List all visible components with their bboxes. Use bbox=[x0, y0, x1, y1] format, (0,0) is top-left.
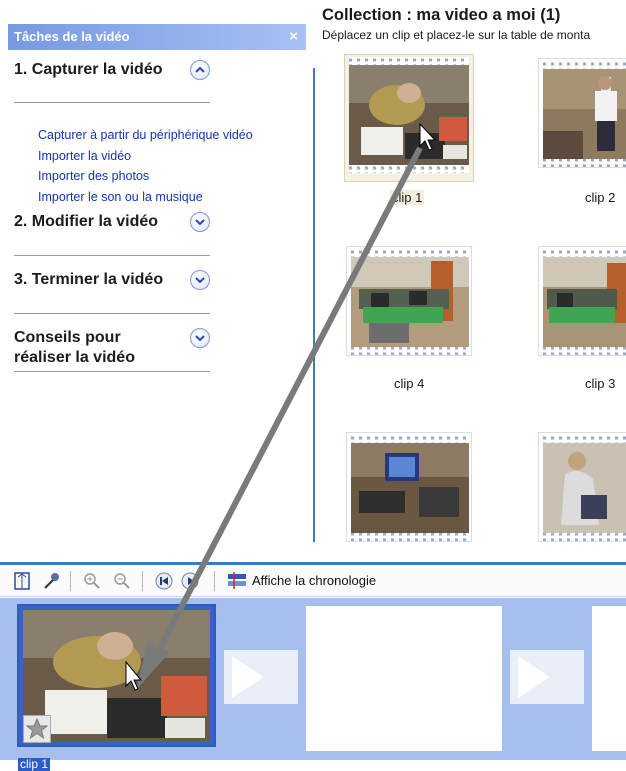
chevron-up-icon[interactable] bbox=[190, 60, 210, 80]
show-timeline-button[interactable]: Affiche la chronologie bbox=[252, 573, 376, 588]
clip-thumbnail[interactable] bbox=[346, 246, 472, 356]
storyboard-toolbar: Affiche la chronologie bbox=[0, 565, 626, 597]
clip-label: clip 4 bbox=[394, 376, 425, 391]
storyboard-clip-label: clip 1 bbox=[18, 757, 51, 771]
star-icon[interactable] bbox=[23, 715, 51, 743]
section-title: 1. Capturer la vidéo bbox=[14, 61, 163, 78]
section-title: 3. Terminer la vidéo bbox=[14, 271, 164, 288]
section-tips[interactable]: Conseils pour réaliser la vidéo bbox=[14, 328, 210, 372]
task-pane-title: Tâches de la vidéo bbox=[14, 29, 130, 44]
zoom-out-icon[interactable] bbox=[112, 571, 132, 591]
storyboard bbox=[0, 598, 626, 760]
chevron-down-icon[interactable] bbox=[190, 212, 210, 232]
clip-thumbnail[interactable] bbox=[346, 432, 472, 542]
clip-thumbnail[interactable] bbox=[538, 432, 626, 542]
clip-label: clip 3 bbox=[585, 376, 616, 391]
transition-slot[interactable] bbox=[224, 650, 298, 709]
link-import-audio[interactable]: Importer le son ou la musique bbox=[38, 187, 253, 208]
task-pane-header: Tâches de la vidéo × bbox=[8, 24, 306, 50]
link-capture-device[interactable]: Capturer à partir du périphérique vidéo bbox=[38, 125, 253, 146]
link-import-video[interactable]: Importer la vidéo bbox=[38, 146, 253, 167]
clip-thumbnail[interactable] bbox=[344, 54, 474, 182]
timeline-icon[interactable] bbox=[226, 571, 246, 591]
play-icon[interactable] bbox=[180, 571, 200, 591]
section-capture[interactable]: 1. Capturer la vidéo bbox=[14, 60, 210, 103]
link-import-photos[interactable]: Importer des photos bbox=[38, 166, 253, 187]
section-edit[interactable]: 2. Modifier la vidéo bbox=[14, 212, 210, 256]
clip-thumbnail[interactable] bbox=[538, 58, 626, 168]
toolbar-separator bbox=[70, 571, 71, 591]
zoom-in-icon[interactable] bbox=[82, 571, 102, 591]
toolbar-separator bbox=[214, 571, 215, 591]
clip-label: clip 2 bbox=[585, 190, 616, 205]
close-icon[interactable]: × bbox=[289, 24, 298, 50]
clip-label: clip 1 bbox=[390, 190, 425, 205]
collection-title: Collection : ma video a moi (1) bbox=[322, 6, 561, 24]
rewind-icon[interactable] bbox=[154, 571, 174, 591]
pane-divider bbox=[313, 68, 315, 542]
transition-slot[interactable] bbox=[510, 650, 584, 709]
storyboard-empty-slot[interactable] bbox=[592, 606, 626, 751]
section-finish[interactable]: 3. Terminer la vidéo bbox=[14, 270, 210, 314]
chevron-down-icon[interactable] bbox=[190, 270, 210, 290]
storyboard-clip-1[interactable] bbox=[17, 604, 216, 747]
storyboard-empty-slot[interactable] bbox=[306, 606, 502, 751]
chevron-down-icon[interactable] bbox=[190, 328, 210, 348]
section-title: 2. Modifier la vidéo bbox=[14, 213, 159, 230]
toolbar-separator bbox=[142, 571, 143, 591]
section-title: Conseils pour réaliser la vidéo bbox=[14, 329, 135, 366]
task-pane: Tâches de la vidéo × 1. Capturer la vidé… bbox=[8, 8, 306, 553]
collection-subtitle: Déplacez un clip et placez-le sur la tab… bbox=[322, 28, 591, 42]
narrate-icon[interactable] bbox=[42, 571, 62, 591]
capture-links: Capturer à partir du périphérique vidéo … bbox=[38, 125, 253, 207]
clip-thumbnail[interactable] bbox=[538, 246, 626, 356]
storyboard-icon[interactable] bbox=[12, 571, 32, 591]
